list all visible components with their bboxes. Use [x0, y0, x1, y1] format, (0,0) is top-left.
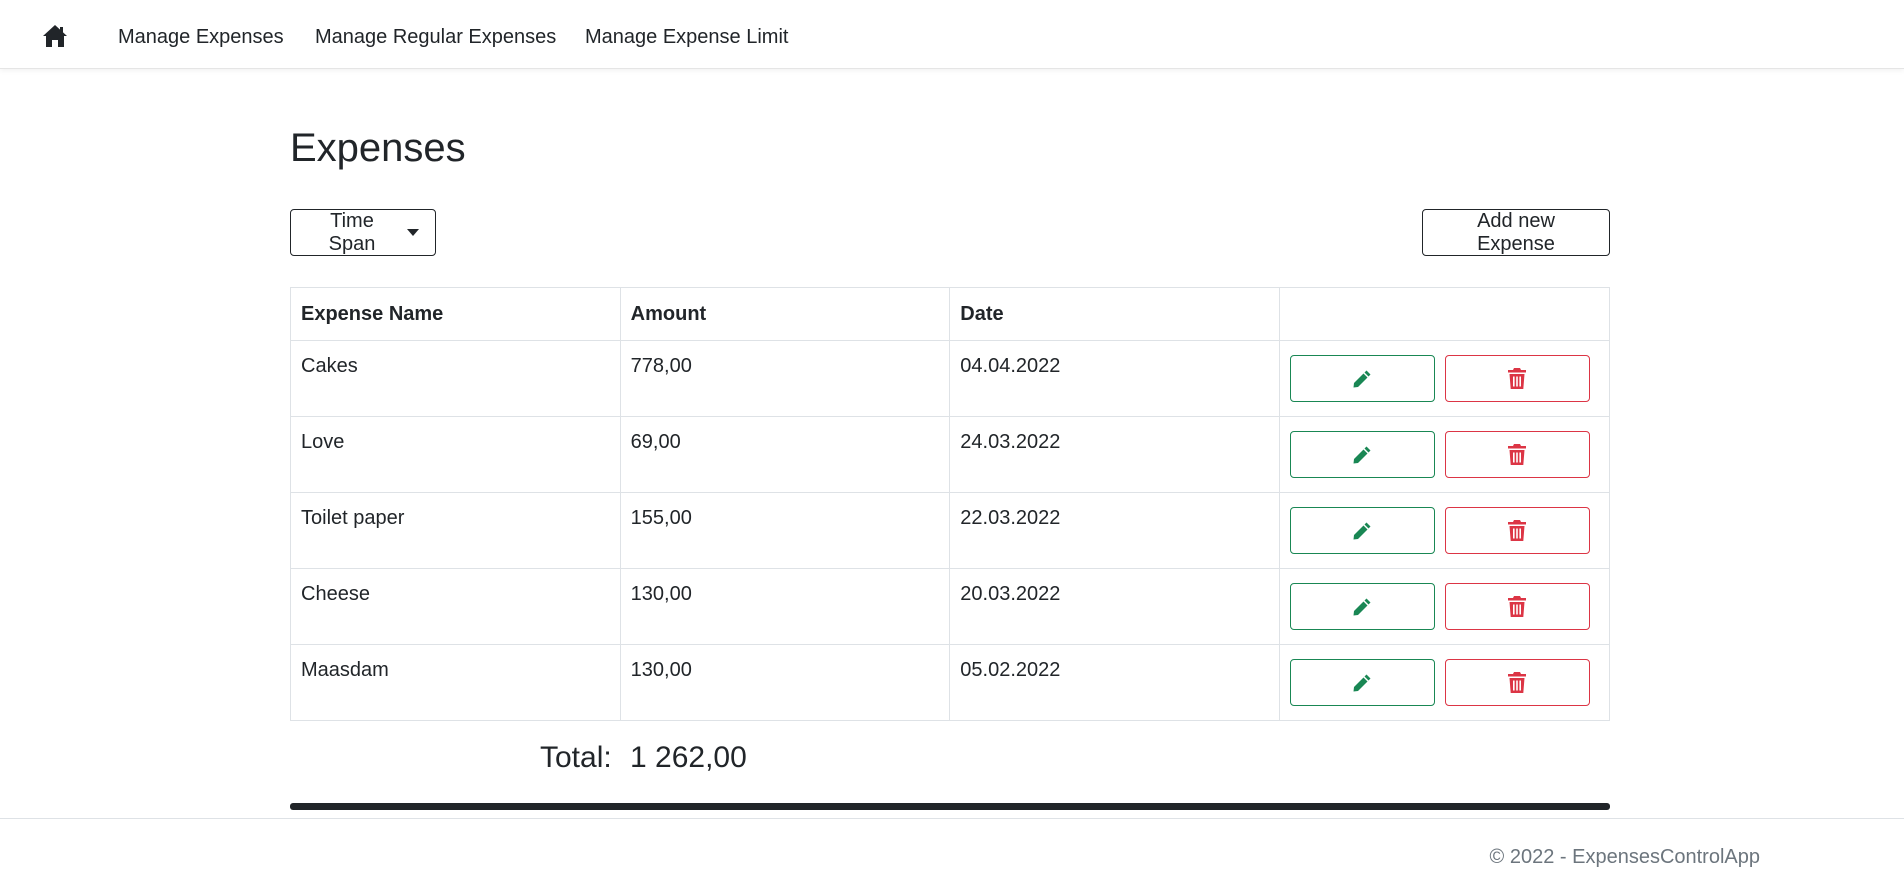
table-row: Toilet paper 155,00 22.03.2022: [290, 492, 1611, 569]
pencil-icon: [1353, 446, 1371, 463]
amount-cell: 69,00: [619, 416, 951, 493]
table-row: Cheese 130,00 20.03.2022: [290, 568, 1611, 645]
delete-button[interactable]: [1444, 659, 1590, 706]
expense-name-cell: Maasdam: [290, 644, 621, 721]
table-row: Maasdam 130,00 05.02.2022: [290, 644, 1611, 721]
time-span-label: Time Span: [328, 209, 376, 255]
date-cell: 04.04.2022: [949, 340, 1280, 417]
table-row: Cakes 778,00 04.04.2022: [290, 340, 1611, 417]
delete-button[interactable]: [1444, 355, 1590, 402]
actions-cell: [1278, 568, 1611, 645]
edit-button[interactable]: [1289, 507, 1435, 554]
table-header-row: Expense Name Amount Date: [290, 287, 1611, 341]
edit-button[interactable]: [1289, 355, 1435, 402]
actions-cell: [1278, 492, 1611, 569]
amount-cell: 130,00: [619, 568, 951, 645]
expense-name-cell: Toilet paper: [290, 492, 621, 569]
time-span-dropdown[interactable]: Time Span: [290, 209, 436, 256]
trash-icon: [1508, 444, 1527, 465]
edit-button[interactable]: [1289, 583, 1435, 630]
footer: © 2022 - ExpensesControlApp: [0, 818, 1904, 879]
nav-manage-expenses[interactable]: Manage Expenses: [118, 24, 284, 50]
actions-cell: [1278, 340, 1611, 417]
total-value: 1 262,00: [630, 741, 747, 774]
pencil-icon: [1353, 522, 1371, 539]
date-cell: 20.03.2022: [949, 568, 1280, 645]
home-icon: [43, 25, 67, 47]
pencil-icon: [1353, 674, 1371, 691]
divider: [290, 803, 1610, 810]
page-title: Expenses: [290, 126, 466, 170]
delete-button[interactable]: [1444, 431, 1590, 478]
expense-name-cell: Cheese: [290, 568, 621, 645]
delete-button[interactable]: [1444, 583, 1590, 630]
amount-cell: 130,00: [619, 644, 951, 721]
amount-cell: 155,00: [619, 492, 951, 569]
trash-icon: [1508, 520, 1527, 541]
delete-button[interactable]: [1444, 507, 1590, 554]
edit-button[interactable]: [1289, 431, 1435, 478]
actions-cell: [1278, 416, 1611, 493]
date-cell: 22.03.2022: [949, 492, 1280, 569]
home-link[interactable]: [42, 24, 68, 48]
actions-cell: [1278, 644, 1611, 721]
table-row: Love 69,00 24.03.2022: [290, 416, 1611, 493]
expense-name-cell: Cakes: [290, 340, 621, 417]
pencil-icon: [1353, 370, 1371, 387]
date-cell: 24.03.2022: [949, 416, 1280, 493]
header-date: Date: [949, 287, 1280, 341]
expenses-table: Expense Name Amount Date Cakes 778,00 04…: [290, 287, 1611, 721]
nav-manage-regular-expenses[interactable]: Manage Regular Expenses: [315, 24, 556, 50]
header-expense-name: Expense Name: [290, 287, 621, 341]
trash-icon: [1508, 596, 1527, 617]
date-cell: 05.02.2022: [949, 644, 1280, 721]
header-actions: [1278, 287, 1611, 341]
total-label: Total:: [540, 741, 612, 774]
pencil-icon: [1353, 598, 1371, 615]
edit-button[interactable]: [1289, 659, 1435, 706]
add-expense-button[interactable]: Add new Expense: [1422, 209, 1610, 256]
trash-icon: [1508, 368, 1527, 389]
footer-copyright: © 2022 - ExpensesControlApp: [1489, 846, 1760, 868]
caret-down-icon: [407, 229, 419, 236]
nav-manage-expense-limit[interactable]: Manage Expense Limit: [585, 24, 788, 50]
expense-name-cell: Love: [290, 416, 621, 493]
header-amount: Amount: [619, 287, 951, 341]
top-navbar: Manage Expenses Manage Regular Expenses …: [0, 0, 1904, 69]
trash-icon: [1508, 672, 1527, 693]
amount-cell: 778,00: [619, 340, 951, 417]
